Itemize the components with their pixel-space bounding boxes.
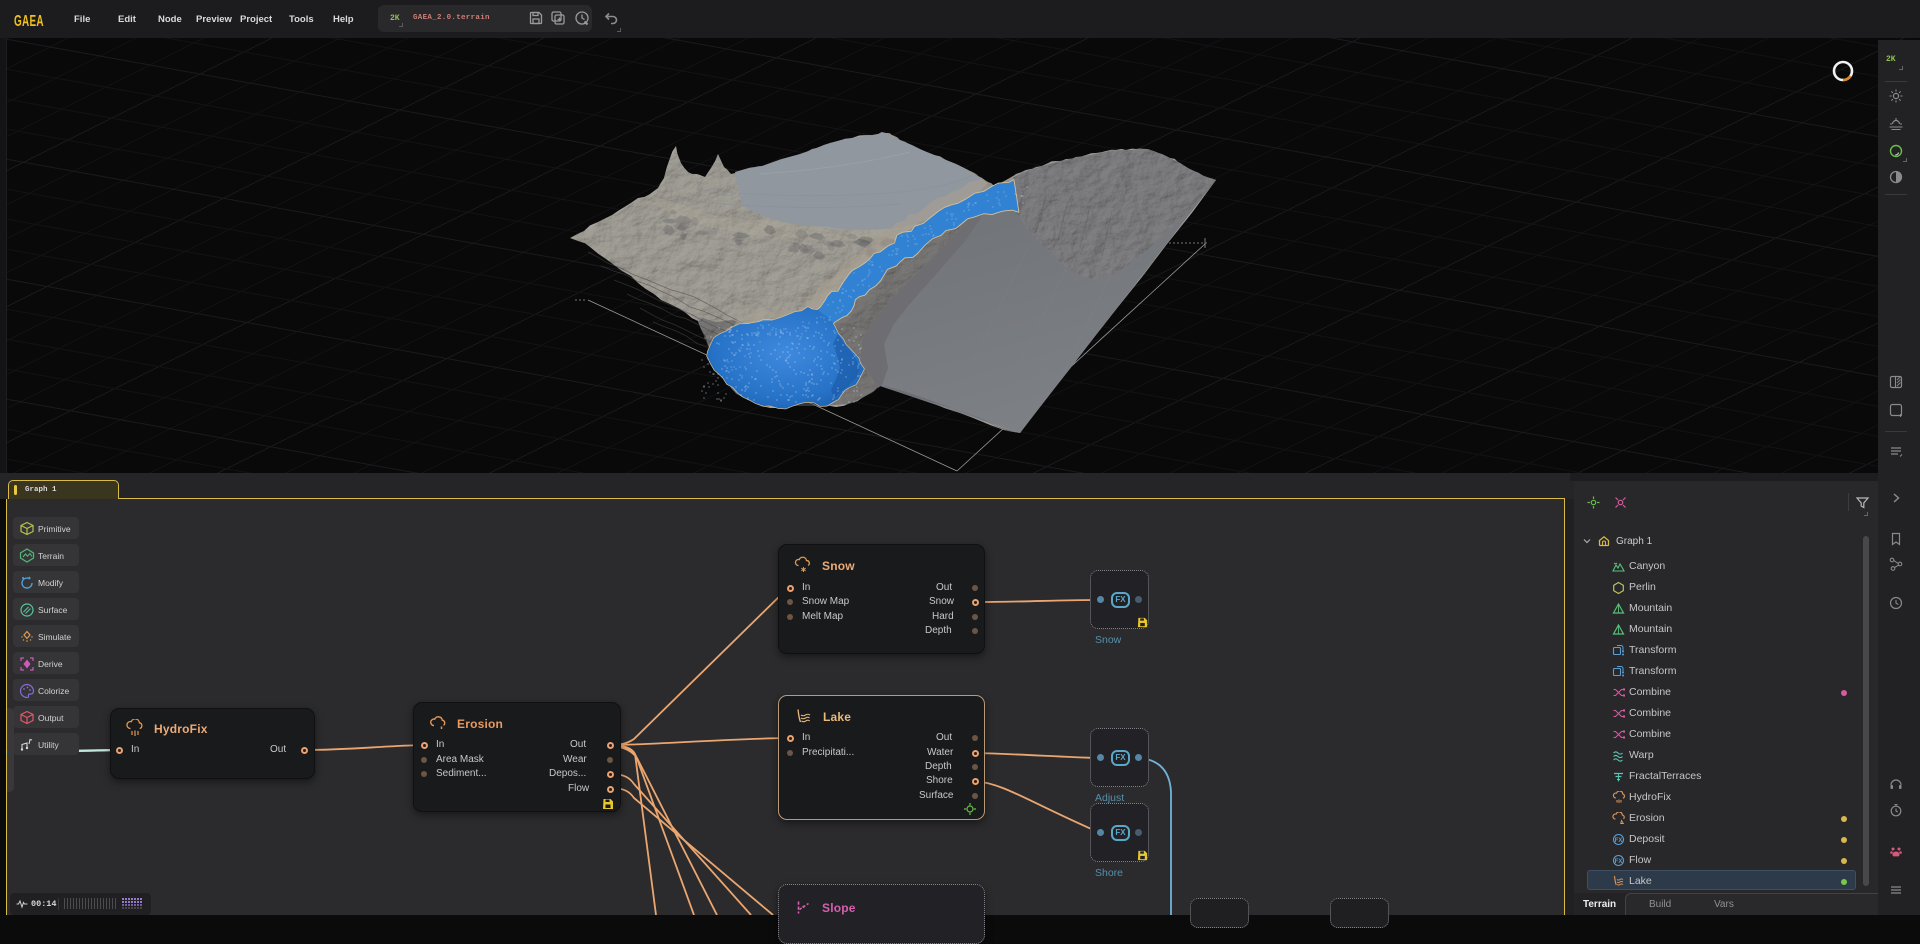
svg-text:FX: FX xyxy=(1615,837,1623,843)
svg-text:FX: FX xyxy=(1615,858,1623,864)
